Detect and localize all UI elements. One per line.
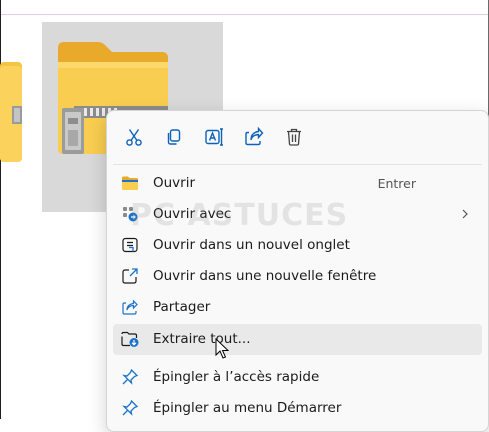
scissors-icon (126, 129, 142, 146)
window-top-bar (0, 0, 489, 15)
pin-icon (121, 368, 139, 386)
menu-item-open-new-window[interactable]: Ouvrir dans une nouvelle fenêtre (113, 261, 482, 292)
delete-button[interactable] (281, 124, 307, 150)
menu-item-label: Épingler au menu Démarrer (153, 400, 342, 416)
menu-item-pin-start[interactable]: Épingler au menu Démarrer (113, 393, 482, 424)
share-icon (121, 298, 139, 316)
new-window-icon (121, 267, 139, 285)
pin-icon (121, 399, 139, 417)
menu-item-label: Ouvrir dans une nouvelle fenêtre (153, 268, 377, 284)
menu-separator (113, 164, 482, 165)
copy-button[interactable] (161, 124, 187, 150)
menu-item-share[interactable]: Partager (113, 292, 482, 323)
cut-button[interactable] (121, 124, 147, 150)
menu-item-label: Épingler à l’accès rapide (153, 369, 320, 385)
shortcut-hint: Entrer (377, 176, 416, 191)
new-tab-icon (121, 236, 139, 254)
menu-item-open-with[interactable]: Ouvrir avec (113, 199, 482, 230)
share-icon (245, 126, 264, 146)
extract-icon (121, 330, 139, 348)
menu-item-open-new-tab[interactable]: Ouvrir dans un nouvel onglet (113, 230, 482, 261)
menu-item-open[interactable]: Ouvrir Entrer (113, 168, 482, 199)
mouse-cursor (215, 337, 230, 360)
menu-item-label: Partager (153, 299, 211, 315)
rename-button[interactable] (201, 124, 227, 150)
rename-icon (205, 128, 223, 146)
chevron-right-icon (458, 206, 472, 222)
partial-folder-icon[interactable] (0, 62, 22, 162)
menu-item-extract-all[interactable]: Extraire tout... (113, 324, 482, 355)
folder-icon (121, 174, 139, 192)
menu-item-label: Extraire tout... (153, 331, 251, 347)
trash-icon (287, 128, 301, 146)
menu-item-pin-quick-access[interactable]: Épingler à l’accès rapide (113, 362, 482, 393)
context-menu: Ouvrir Entrer Ouvrir avec Ouvrir dans un… (106, 110, 489, 432)
menu-item-label: Ouvrir avec (153, 206, 232, 222)
copy-icon (167, 129, 181, 145)
menu-item-label: Ouvrir dans un nouvel onglet (153, 237, 350, 253)
open-with-icon (121, 205, 139, 223)
menu-item-label: Ouvrir (153, 175, 196, 191)
share-button[interactable] (241, 124, 267, 150)
quick-actions-bar (107, 111, 488, 163)
